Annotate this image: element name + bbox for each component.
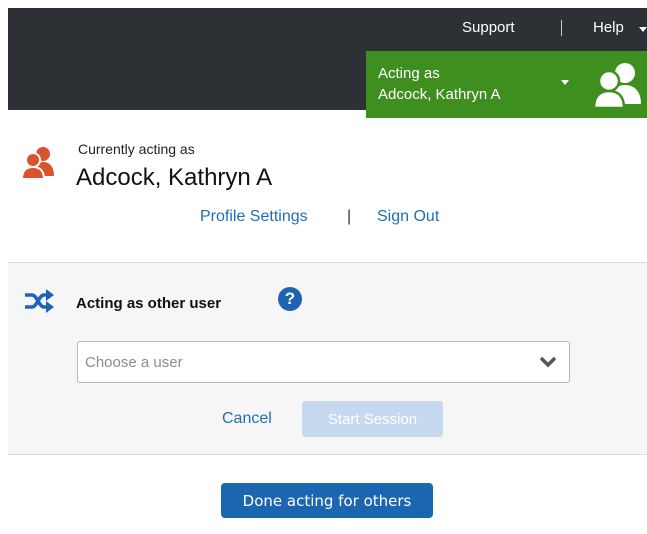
choose-user-select[interactable]: Choose a user [77, 341, 570, 383]
help-menu[interactable]: Help [593, 19, 624, 36]
cancel-button[interactable]: Cancel [222, 410, 272, 428]
acting-as-user-name: Adcock, Kathryn A [378, 86, 501, 103]
users-icon[interactable] [592, 60, 644, 110]
acting-as-label: Acting as [378, 65, 440, 82]
profile-settings-link[interactable]: Profile Settings [200, 208, 308, 226]
currently-acting-label: Currently acting as [78, 141, 195, 157]
caret-down-icon[interactable] [561, 80, 569, 85]
select-placeholder: Choose a user [85, 354, 183, 371]
users-icon [21, 147, 54, 180]
start-session-button[interactable]: Start Session [302, 401, 443, 437]
act-as-other-user-panel: Acting as other user ? Choose a user Can… [8, 262, 647, 455]
chevron-down-icon[interactable] [539, 355, 557, 369]
top-navigation-bar: Support Help Acting as Adcock, Kathryn A [8, 8, 647, 118]
shuffle-icon [25, 289, 54, 313]
acting-as-menu[interactable]: Acting as Adcock, Kathryn A [366, 51, 647, 118]
done-acting-button[interactable]: Done acting for others [221, 483, 433, 518]
current-user-name: Adcock, Kathryn A [76, 164, 273, 191]
sign-out-link[interactable]: Sign Out [377, 208, 439, 226]
question-circle-icon[interactable]: ? [278, 287, 302, 311]
nav-divider [561, 20, 562, 36]
panel-heading: Acting as other user [76, 295, 222, 312]
caret-down-icon[interactable] [639, 27, 647, 32]
support-link[interactable]: Support [462, 19, 515, 36]
link-separator: | [347, 208, 352, 225]
